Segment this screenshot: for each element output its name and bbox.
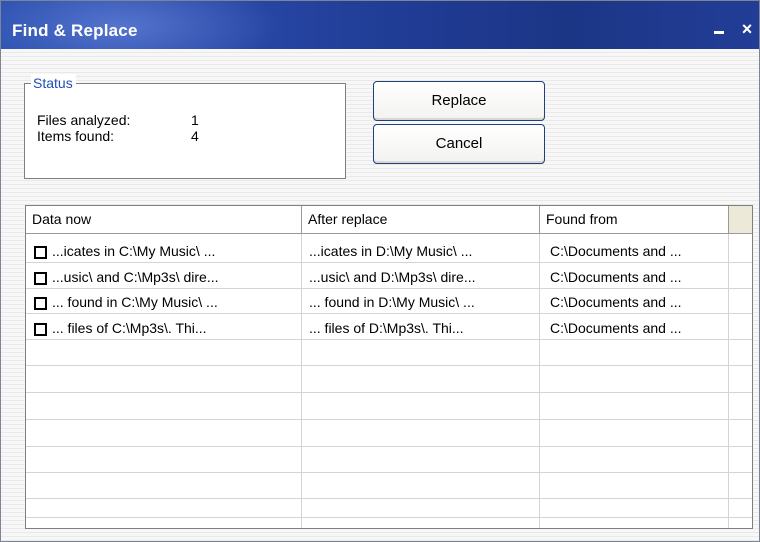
row-divider	[26, 498, 752, 499]
row-divider	[26, 262, 752, 263]
items-found-label: Items found:	[37, 128, 115, 144]
cell-after-replace: ... files of D:\Mp3s\. Thi...	[309, 320, 464, 336]
row-divider	[26, 392, 752, 393]
row-divider	[26, 446, 752, 447]
status-group: Status Files analyzed: 1 Items found: 4	[24, 74, 346, 179]
row-checkbox[interactable]	[34, 272, 47, 285]
cell-after-replace: ...icates in D:\My Music\ ...	[309, 243, 473, 259]
results-table[interactable]: Data now After replace Found from ...ica…	[25, 205, 753, 529]
row-divider	[26, 288, 752, 289]
cancel-button[interactable]: Cancel	[373, 124, 545, 164]
table-header: Data now After replace Found from	[26, 206, 752, 234]
title-bar[interactable]: Find & Replace ×	[1, 1, 759, 49]
column-divider	[539, 206, 540, 528]
cell-after-replace: ...usic\ and D:\Mp3s\ dire...	[309, 269, 476, 285]
status-legend: Status	[31, 74, 76, 92]
cell-found-from: C:\Documents and ...	[550, 243, 682, 259]
column-header-after-replace[interactable]: After replace	[302, 206, 540, 233]
column-header-data-now[interactable]: Data now	[26, 206, 302, 233]
column-header-filler	[729, 206, 752, 233]
replace-button[interactable]: Replace	[373, 81, 545, 121]
window-title: Find & Replace	[12, 21, 138, 40]
column-header-found-from[interactable]: Found from	[540, 206, 729, 233]
minimize-icon[interactable]	[714, 31, 724, 34]
row-checkbox[interactable]	[34, 246, 47, 259]
row-divider	[26, 313, 752, 314]
cell-data-now: ...icates in C:\My Music\ ...	[52, 243, 216, 259]
row-checkbox[interactable]	[34, 323, 47, 336]
files-analyzed-value: 1	[191, 112, 199, 128]
cell-data-now: ... found in C:\My Music\ ...	[52, 294, 218, 310]
close-icon[interactable]: ×	[739, 19, 755, 39]
cell-found-from: C:\Documents and ...	[550, 320, 682, 336]
items-found-value: 4	[191, 128, 199, 144]
cell-data-now: ...usic\ and C:\Mp3s\ dire...	[52, 269, 219, 285]
row-divider	[26, 472, 752, 473]
cell-found-from: C:\Documents and ...	[550, 294, 682, 310]
find-replace-window: Find & Replace × Status Files analyzed: …	[0, 0, 760, 542]
files-analyzed-label: Files analyzed:	[37, 112, 131, 128]
row-checkbox[interactable]	[34, 297, 47, 310]
row-divider	[26, 365, 752, 366]
row-divider	[26, 517, 752, 518]
column-divider	[728, 206, 729, 528]
row-divider	[26, 419, 752, 420]
cell-found-from: C:\Documents and ...	[550, 269, 682, 285]
column-divider	[301, 206, 302, 528]
cell-after-replace: ... found in D:\My Music\ ...	[309, 294, 475, 310]
row-divider	[26, 339, 752, 340]
cell-data-now: ... files of C:\Mp3s\. Thi...	[52, 320, 207, 336]
